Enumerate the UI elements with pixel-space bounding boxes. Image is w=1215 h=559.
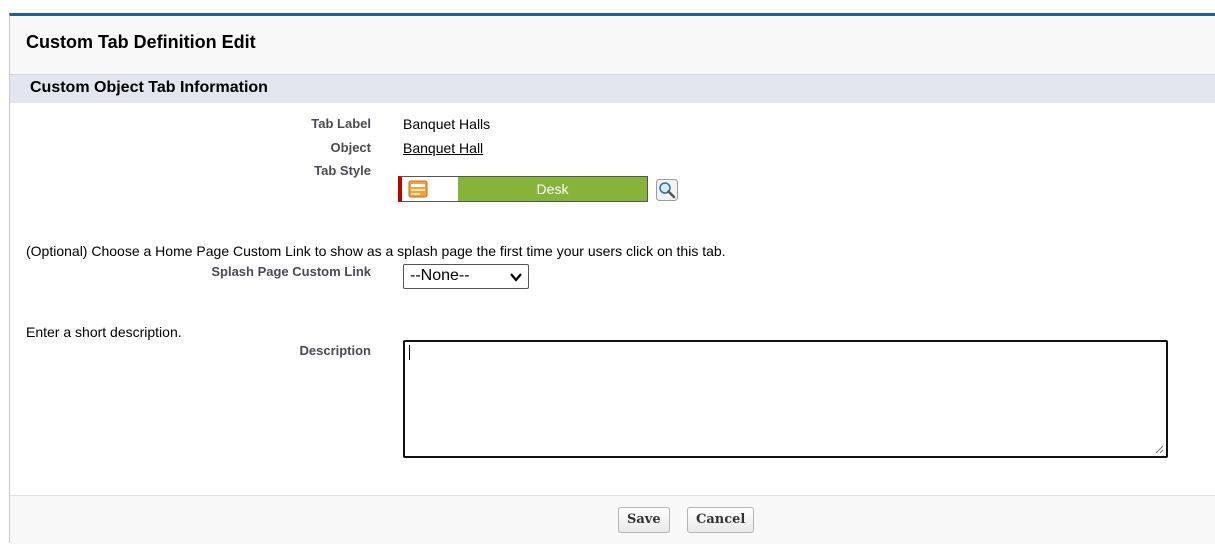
text-caret <box>409 345 410 360</box>
section-header: Custom Object Tab Information <box>10 74 1215 103</box>
cancel-button[interactable]: Cancel <box>687 507 755 533</box>
tab-style-lookup-icon[interactable] <box>656 179 678 201</box>
tab-style-preview: Desk <box>398 176 648 202</box>
section-title: Custom Object Tab Information <box>30 79 268 96</box>
object-link[interactable]: Banquet Hall <box>403 140 483 156</box>
object-label: Object <box>330 140 371 155</box>
description-textarea[interactable] <box>403 340 1168 458</box>
edit-panel: Custom Tab Definition Edit Custom Object… <box>9 13 1215 544</box>
resize-grip-icon[interactable] <box>1154 444 1164 454</box>
tab-style-icon-box <box>402 177 458 201</box>
description-label: Description <box>299 343 371 358</box>
splash-link-label: Splash Page Custom Link <box>211 264 371 279</box>
save-button[interactable]: Save <box>618 507 670 533</box>
tab-style-name: Desk <box>536 181 569 197</box>
form-body: Tab Label Banquet Halls Object Banquet H… <box>10 103 1215 495</box>
splash-link-select[interactable]: --None-- <box>403 264 529 289</box>
button-bar: Save Cancel <box>10 495 1215 544</box>
page-header: Custom Tab Definition Edit <box>10 16 1215 74</box>
tab-label-value: Banquet Halls <box>403 116 491 132</box>
splash-note: (Optional) Choose a Home Page Custom Lin… <box>26 243 726 259</box>
page-title: Custom Tab Definition Edit <box>26 32 256 52</box>
chevron-down-icon <box>510 273 522 282</box>
splash-link-selected: --None-- <box>410 267 470 284</box>
desk-icon <box>408 180 428 198</box>
description-note: Enter a short description. <box>26 324 182 340</box>
tab-label-label: Tab Label <box>311 116 371 131</box>
tab-style-label: Tab Style <box>314 163 371 178</box>
